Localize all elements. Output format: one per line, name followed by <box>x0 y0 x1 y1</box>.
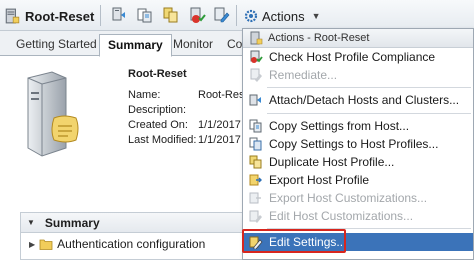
expand-triangle-icon[interactable]: ▶ <box>29 240 35 249</box>
highlight-outline <box>242 229 346 253</box>
folder-icon <box>39 239 53 250</box>
menu-item-label: Check Host Profile Compliance <box>269 50 436 64</box>
tab-monitor[interactable]: Monitor <box>165 34 221 56</box>
info-label: Last Modified: <box>128 134 197 146</box>
copy-settings-icon[interactable] <box>136 6 154 24</box>
menu-item-export-customizations[interactable]: Export Host Customizations... <box>243 189 473 207</box>
collapse-triangle-icon[interactable]: ▼ <box>27 218 35 227</box>
info-label: Created On: <box>128 119 188 131</box>
gear-icon <box>244 9 258 23</box>
menu-item-export-profile[interactable]: Export Host Profile <box>243 171 473 189</box>
actions-menu-button[interactable]: Actions ▼ <box>244 6 321 26</box>
menu-item-label: Attach/Detach Hosts and Clusters... <box>269 93 460 107</box>
tree-row-label: Authentication configuration <box>57 237 206 251</box>
menu-item-label: Export Host Customizations... <box>269 191 428 205</box>
menu-item-duplicate-profile[interactable]: Duplicate Host Profile... <box>243 153 473 171</box>
export-profile-icon <box>249 174 262 186</box>
attach-hosts-icon[interactable] <box>110 6 128 24</box>
tree-row-authentication[interactable]: ▶ Authentication configuration <box>21 233 249 255</box>
host-profile-icon <box>5 8 20 24</box>
menu-item-edit-customizations[interactable]: Edit Host Customizations... <box>243 207 473 225</box>
menu-item-label: Copy Settings from Host... <box>269 119 410 133</box>
menu-item-copy-from-host[interactable]: Copy Settings from Host... <box>243 117 473 135</box>
menu-item-remediate[interactable]: Remediate... <box>243 66 473 84</box>
tab-summary[interactable]: Summary <box>99 34 172 57</box>
menu-separator <box>267 87 471 88</box>
top-toolbar: Root-Reset Actions ▼ <box>0 0 474 31</box>
menu-item-label: Export Host Profile <box>269 173 370 187</box>
info-label: Description: <box>128 104 187 116</box>
toolbar-separator <box>100 5 101 26</box>
duplicate-profile-icon <box>249 155 262 169</box>
check-compliance-icon[interactable] <box>188 6 206 24</box>
menu-item-label: Remediate... <box>269 68 338 82</box>
menu-item-label: Duplicate Host Profile... <box>269 155 395 169</box>
menu-header: Actions - Root-Reset <box>243 29 473 48</box>
actions-label: Actions <box>262 8 305 24</box>
summary-panel-header[interactable]: ▼ Summary <box>21 213 249 233</box>
edit-customizations-icon <box>249 210 262 223</box>
tab-getting-started[interactable]: Getting Started <box>8 34 105 56</box>
menu-item-attach-detach[interactable]: Attach/Detach Hosts and Clusters... <box>243 91 473 109</box>
menu-item-copy-to-profiles[interactable]: Copy Settings to Host Profiles... <box>243 135 473 153</box>
host-profile-icon <box>250 31 263 45</box>
duplicate-profile-icon[interactable] <box>162 6 180 24</box>
remediate-icon <box>250 68 262 82</box>
summary-panel-title: Summary <box>44 215 100 230</box>
object-title: Root-Reset <box>4 6 94 26</box>
menu-separator <box>267 113 471 114</box>
actions-context-menu: Actions - Root-Reset Check Host Profile … <box>242 28 474 260</box>
chevron-down-icon: ▼ <box>311 11 321 21</box>
info-label: Name: <box>128 89 161 101</box>
toolbar-separator <box>236 5 237 26</box>
export-customizations-icon <box>249 192 261 204</box>
compliance-check-icon <box>250 50 263 63</box>
copy-to-profiles-icon <box>249 137 262 151</box>
menu-item-check-compliance[interactable]: Check Host Profile Compliance <box>243 48 473 66</box>
summary-panel: ▼ Summary ▶ Authentication configuration <box>20 212 250 260</box>
menu-item-label: Copy Settings to Host Profiles... <box>269 137 439 151</box>
copy-from-host-icon <box>249 119 262 133</box>
attach-detach-icon <box>249 94 261 106</box>
menu-item-label: Edit Host Customizations... <box>269 209 414 223</box>
edit-profile-icon[interactable] <box>212 6 230 24</box>
object-title-text: Root-Reset <box>25 8 95 24</box>
menu-header-title: Actions - Root-Reset <box>268 32 370 44</box>
host-profile-graphic <box>27 71 79 157</box>
